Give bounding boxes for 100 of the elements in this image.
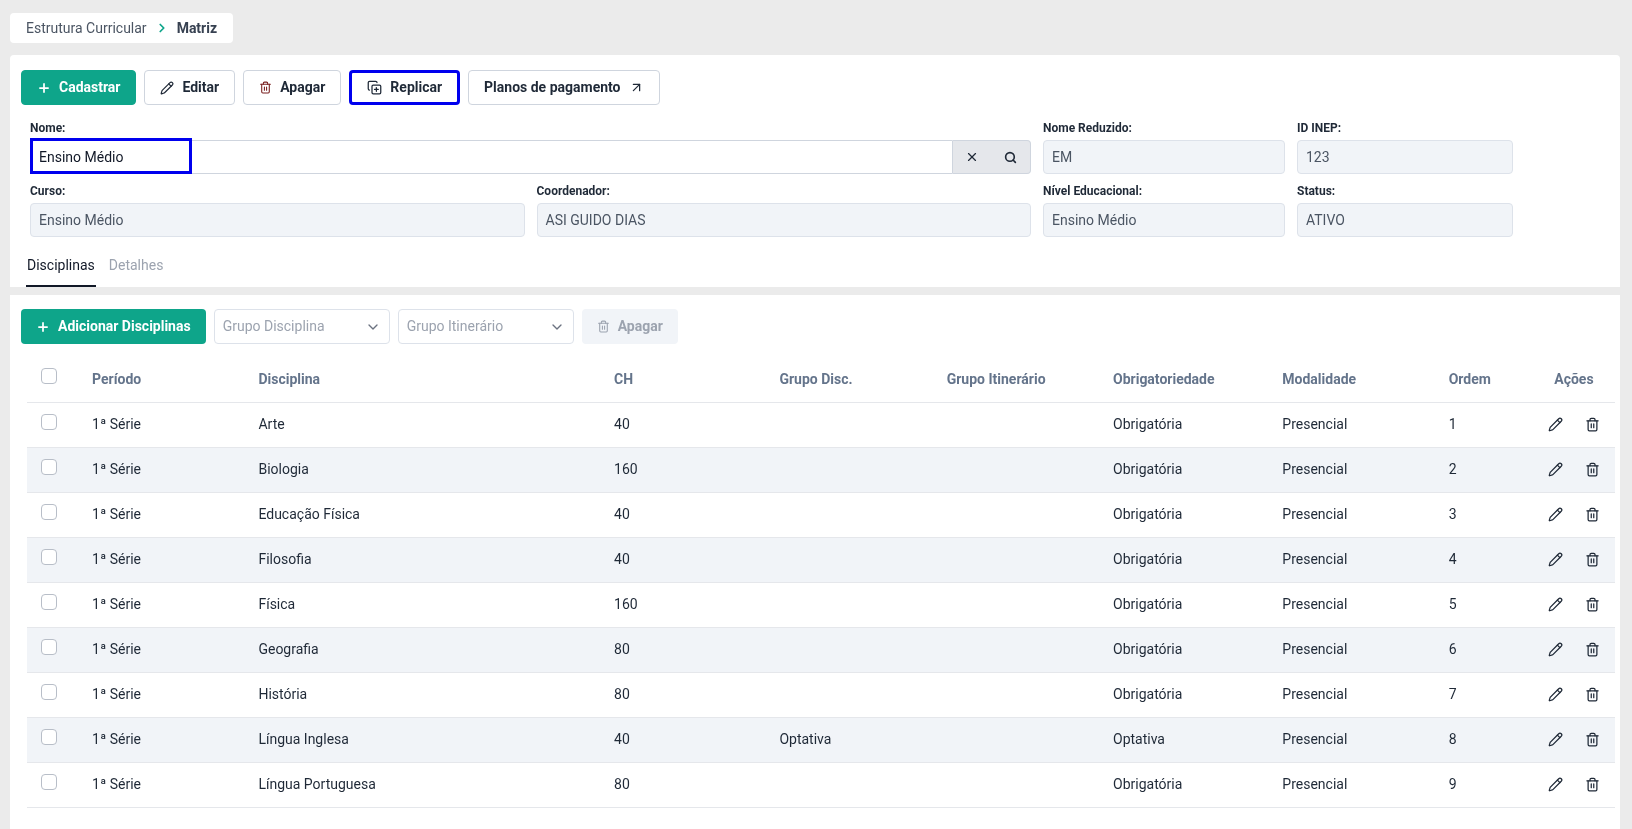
toolbar-button[interactable]: Planos de pagamento xyxy=(468,70,660,105)
edit-icon[interactable] xyxy=(1547,777,1563,792)
row-checkbox[interactable] xyxy=(41,458,57,475)
table-cell: 1ª Série xyxy=(92,776,142,792)
readonly-field: Ensino Médio xyxy=(1043,203,1285,237)
trash-icon[interactable] xyxy=(1584,777,1600,792)
row-checkbox[interactable] xyxy=(41,683,57,700)
column-header: Grupo Disc. xyxy=(779,370,853,387)
edit-icon[interactable] xyxy=(1547,642,1563,657)
table-cell: Optativa xyxy=(1113,731,1165,747)
table-cell: 8 xyxy=(1448,731,1457,747)
trash-icon xyxy=(259,81,273,94)
field-label: Nível Educacional: xyxy=(1043,184,1144,199)
table-cell: Presencial xyxy=(1282,506,1348,522)
table-cell: Obrigatória xyxy=(1113,416,1183,432)
table-cell: 3 xyxy=(1448,506,1457,522)
readonly-field: ATIVO xyxy=(1297,203,1513,237)
trash-icon[interactable] xyxy=(1584,417,1600,432)
column-header: Modalidade xyxy=(1282,370,1357,387)
table-cell: Obrigatória xyxy=(1113,641,1183,657)
row-checkbox[interactable] xyxy=(41,728,57,745)
toolbar-button[interactable]: Editar xyxy=(144,70,236,105)
trash-icon[interactable] xyxy=(1584,507,1600,522)
trash-icon[interactable] xyxy=(1584,462,1600,477)
readonly-field: 123 xyxy=(1297,140,1513,174)
trash-icon[interactable] xyxy=(1584,597,1600,612)
table-cell: Obrigatória xyxy=(1113,596,1183,612)
plus-icon xyxy=(37,80,51,95)
toolbar-button[interactable]: Apagar xyxy=(243,70,342,105)
table-cell: 160 xyxy=(614,461,638,477)
breadcrumb-item[interactable]: Estrutura Curricular xyxy=(26,17,147,39)
edit-icon[interactable] xyxy=(1547,597,1563,612)
table-cell: 1ª Série xyxy=(92,731,142,747)
plus-icon xyxy=(36,319,50,334)
edit-icon[interactable] xyxy=(1547,552,1563,567)
table-cell: 1ª Série xyxy=(92,596,142,612)
table-cell: Optativa xyxy=(779,731,832,747)
field-label: Status: xyxy=(1297,184,1337,199)
table-cell: Física xyxy=(258,596,296,612)
table-cell: 1ª Série xyxy=(92,686,142,702)
table-cell: Obrigatória xyxy=(1113,506,1183,522)
row-checkbox[interactable] xyxy=(41,773,57,790)
table-cell: Educação Física xyxy=(258,506,360,522)
edit-icon[interactable] xyxy=(1547,687,1563,702)
trash-icon[interactable] xyxy=(1584,642,1600,657)
select-all-checkbox[interactable] xyxy=(41,368,57,385)
name-field[interactable]: Ensino Médio xyxy=(30,140,953,174)
tab[interactable]: Disciplinas xyxy=(26,249,96,287)
copy-icon xyxy=(367,80,383,95)
table-cell: 160 xyxy=(614,596,638,612)
trash-icon[interactable] xyxy=(1584,552,1600,567)
table-cell: 6 xyxy=(1448,641,1457,657)
trash-icon xyxy=(596,320,610,333)
column-header: Grupo Itinerário xyxy=(946,370,1046,387)
table-cell: Presencial xyxy=(1282,776,1348,792)
table-cell: 4 xyxy=(1448,551,1457,567)
row-checkbox[interactable] xyxy=(41,593,57,610)
table-cell: Obrigatória xyxy=(1113,551,1183,567)
table-cell: Presencial xyxy=(1282,596,1348,612)
table-cell: Presencial xyxy=(1282,416,1348,432)
table-cell: Presencial xyxy=(1282,641,1348,657)
row-checkbox[interactable] xyxy=(41,413,57,430)
table-cell: Biologia xyxy=(258,461,309,477)
table-cell: 1ª Série xyxy=(92,461,142,477)
row-checkbox[interactable] xyxy=(41,548,57,565)
row-checkbox[interactable] xyxy=(41,503,57,520)
toolbar-button[interactable]: Replicar xyxy=(349,70,461,105)
table-cell: Língua Portuguesa xyxy=(258,776,376,792)
table-cell: Filosofia xyxy=(258,551,312,567)
trash-icon[interactable] xyxy=(1584,687,1600,702)
search-button[interactable] xyxy=(991,140,1031,174)
field-label: Curso: xyxy=(30,184,67,199)
pencil-icon xyxy=(160,80,175,95)
column-header: CH xyxy=(614,370,634,387)
table-cell: Língua Inglesa xyxy=(258,731,349,747)
table-cell: Presencial xyxy=(1282,461,1348,477)
table-cell: 1ª Série xyxy=(92,506,142,522)
trash-icon[interactable] xyxy=(1584,732,1600,747)
table-cell: 1ª Série xyxy=(92,641,142,657)
breadcrumb-item: Matriz xyxy=(176,18,218,38)
row-checkbox[interactable] xyxy=(41,638,57,655)
edit-icon[interactable] xyxy=(1547,462,1563,477)
field-label: ID INEP: xyxy=(1297,121,1343,136)
table-cell: 1ª Série xyxy=(92,551,142,567)
column-header: Disciplina xyxy=(258,370,321,387)
edit-icon[interactable] xyxy=(1547,417,1563,432)
edit-icon[interactable] xyxy=(1547,507,1563,522)
table-cell: 40 xyxy=(614,551,630,567)
readonly-field: Ensino Médio xyxy=(30,203,525,237)
table-cell: 2 xyxy=(1448,461,1457,477)
table-cell: Arte xyxy=(258,416,285,432)
table-cell: História xyxy=(258,686,308,702)
table-cell: Obrigatória xyxy=(1113,461,1183,477)
table-cell: 80 xyxy=(614,641,630,657)
table-cell: 40 xyxy=(614,506,630,522)
edit-icon[interactable] xyxy=(1547,732,1563,747)
table-cell: 40 xyxy=(614,731,630,747)
search-icon xyxy=(1004,150,1017,164)
table-cell: Obrigatória xyxy=(1113,776,1183,792)
readonly-field: ASI GUIDO DIAS xyxy=(536,203,1031,237)
